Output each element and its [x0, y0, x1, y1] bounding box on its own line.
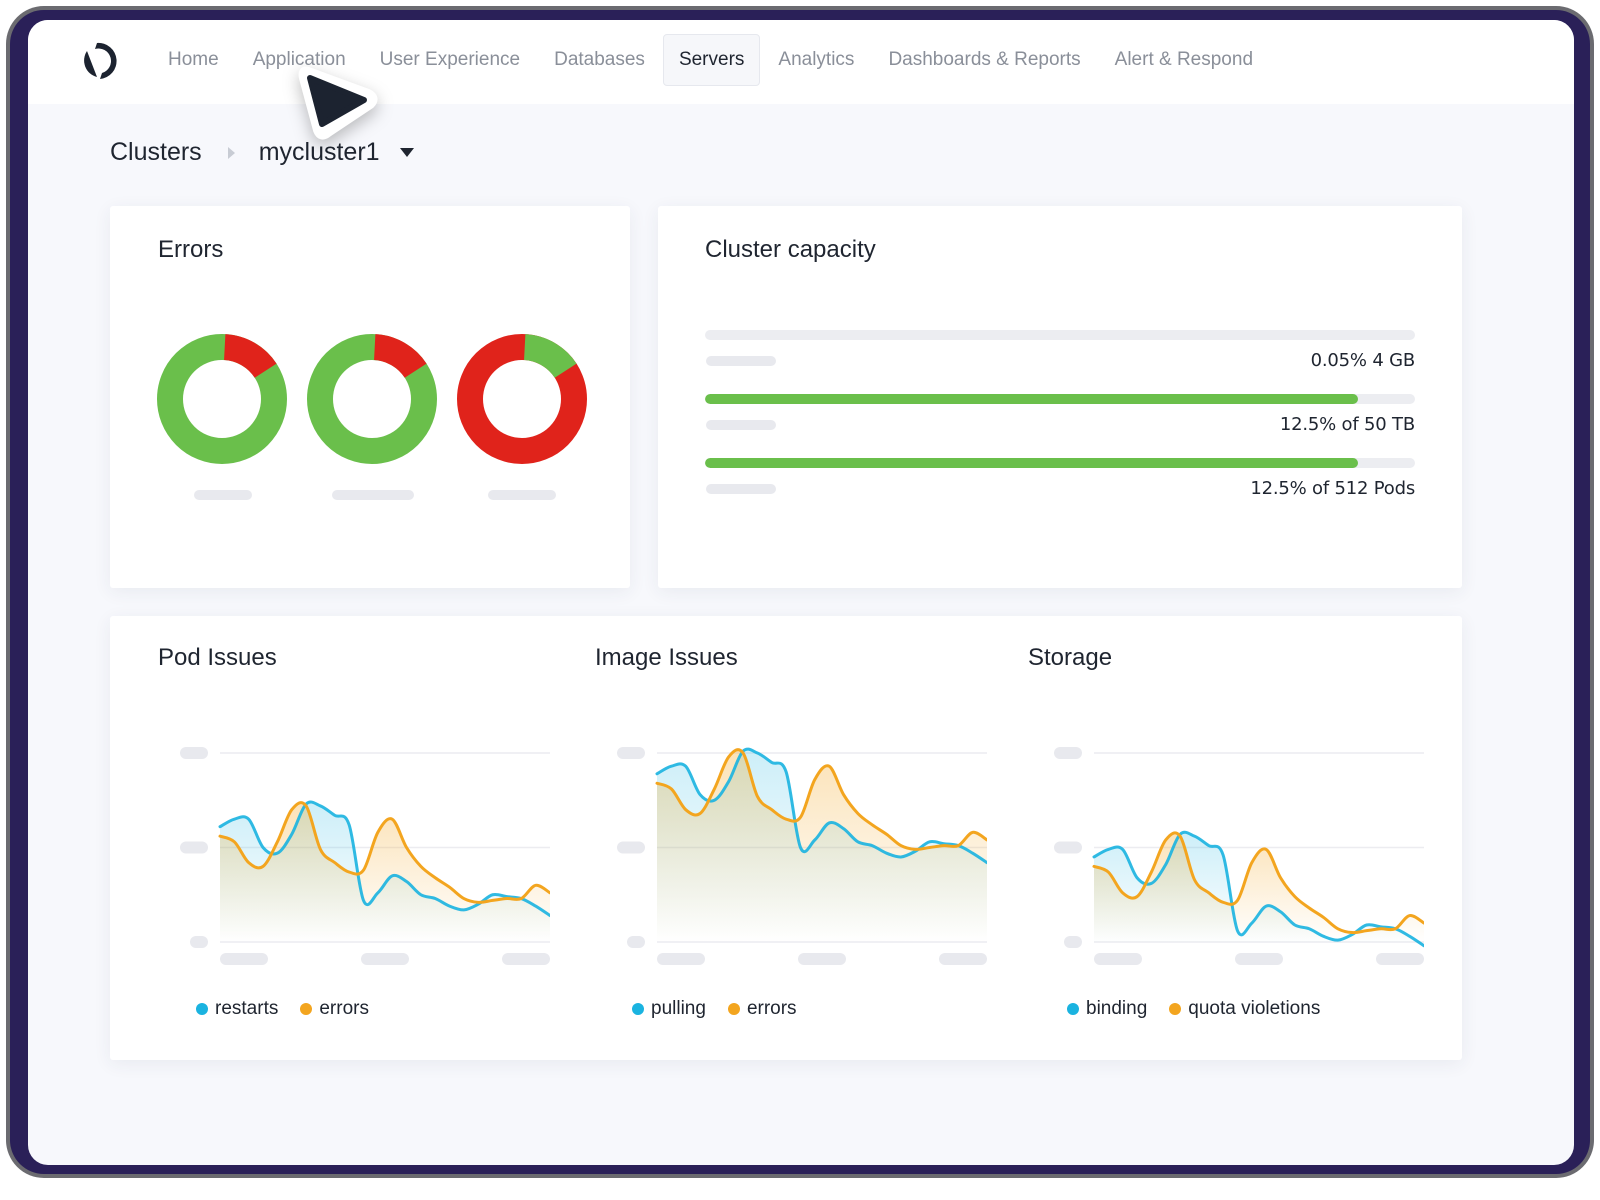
cluster-dropdown-caret-icon[interactable] — [399, 148, 414, 157]
legend-dot-icon — [300, 1003, 313, 1015]
x-tick-label-placeholder — [220, 953, 268, 965]
errors-card: Errors — [110, 206, 630, 588]
x-tick-label-placeholder — [1235, 953, 1283, 965]
x-tick-label-placeholder — [361, 953, 409, 965]
legend-label: restarts — [215, 998, 279, 1019]
nav-item-user-experience[interactable]: User Experience — [364, 34, 536, 86]
y-tick-label-placeholder — [1054, 841, 1082, 854]
nav-item-alert-respond[interactable]: Alert & Respond — [1099, 34, 1269, 86]
legend-dot-icon — [727, 1003, 740, 1015]
pod-issues-title: Pod Issues — [158, 644, 277, 671]
pod-issues-legend: restarts errors — [196, 998, 391, 1020]
donut-label-placeholder — [332, 490, 414, 500]
donut-minor-segment — [523, 334, 577, 379]
legend-item-quota-violations[interactable]: quota violetions — [1169, 998, 1320, 1020]
donut-label-placeholder — [194, 490, 252, 500]
legend-label: errors — [319, 998, 369, 1019]
donut-minor-segment — [373, 334, 427, 379]
legend-label: errors — [746, 998, 797, 1019]
storage-chart[interactable] — [1024, 716, 1424, 976]
x-tick-label-placeholder — [657, 953, 705, 965]
y-tick-label-placeholder — [1054, 747, 1082, 759]
legend-label: pulling — [651, 998, 706, 1019]
nav-item-servers[interactable]: Servers — [662, 34, 761, 86]
nav-item-databases[interactable]: Databases — [538, 34, 661, 86]
error-donut-2[interactable] — [306, 333, 438, 465]
y-tick-label-placeholder — [190, 936, 208, 948]
cluster-capacity-card: Cluster capacity 0.05% 4 GB 12.5% of 50 … — [658, 206, 1462, 588]
capacity-value-storage: 12.5% of 50 TB — [1279, 414, 1415, 435]
legend-item-errors[interactable]: errors — [727, 998, 797, 1020]
donut-label-placeholder — [488, 490, 556, 500]
capacity-bar-pods — [705, 458, 1415, 468]
x-tick-label-placeholder — [502, 953, 550, 965]
y-tick-label-placeholder — [617, 747, 645, 759]
legend-item-binding[interactable]: binding — [1067, 998, 1147, 1020]
capacity-label-placeholder — [706, 484, 776, 494]
issues-charts-card: Pod Issues restarts errors Image Issues … — [110, 616, 1462, 1060]
legend-label: quota violetions — [1188, 998, 1321, 1019]
image-issues-legend: pulling errors — [632, 998, 819, 1020]
y-tick-label-placeholder — [1064, 936, 1082, 948]
y-tick-label-placeholder — [180, 841, 208, 854]
x-tick-label-placeholder — [939, 953, 987, 965]
image-issues-title: Image Issues — [595, 644, 738, 671]
image-issues-chart[interactable] — [587, 716, 987, 976]
legend-label: binding — [1086, 998, 1148, 1019]
capacity-bar-fill — [705, 458, 1359, 468]
legend-dot-icon — [1067, 1003, 1079, 1015]
capacity-label-placeholder — [706, 356, 776, 366]
capacity-bar-memory — [705, 330, 1415, 340]
mouse-pointer-icon — [298, 66, 378, 140]
error-donut-1[interactable] — [156, 333, 288, 465]
donut-minor-segment — [223, 334, 277, 379]
nav-item-analytics[interactable]: Analytics — [762, 34, 870, 86]
y-tick-label-placeholder — [627, 936, 645, 948]
legend-item-pulling[interactable]: pulling — [632, 998, 706, 1020]
capacity-value-pods: 12.5% of 512 Pods — [1250, 478, 1415, 499]
x-tick-label-placeholder — [798, 953, 846, 965]
capacity-label-placeholder — [706, 420, 776, 430]
capacity-bar-storage — [705, 394, 1415, 404]
top-navigation: Home Application User Experience Databas… — [28, 20, 1574, 104]
capacity-value-memory: 0.05% 4 GB — [1310, 350, 1416, 371]
legend-dot-icon — [196, 1003, 208, 1015]
app-screen: Home Application User Experience Databas… — [28, 20, 1574, 1165]
capacity-bar-fill — [705, 394, 1359, 404]
y-tick-label-placeholder — [180, 747, 208, 759]
breadcrumb-chevron-icon — [227, 146, 235, 159]
storage-legend: binding quota violetions — [1067, 998, 1342, 1020]
error-donut-3[interactable] — [456, 333, 588, 465]
x-tick-label-placeholder — [1376, 953, 1424, 965]
y-tick-label-placeholder — [617, 841, 645, 854]
nav-item-home[interactable]: Home — [152, 34, 235, 86]
breadcrumb-clusters[interactable]: Clusters — [110, 138, 202, 167]
pod-issues-chart[interactable] — [150, 716, 550, 976]
legend-dot-icon — [632, 1003, 644, 1015]
errors-card-title: Errors — [158, 236, 224, 263]
legend-item-restarts[interactable]: restarts — [196, 998, 278, 1020]
x-tick-label-placeholder — [1094, 953, 1142, 965]
legend-item-errors[interactable]: errors — [300, 998, 369, 1020]
legend-dot-icon — [1169, 1003, 1182, 1015]
cluster-capacity-title: Cluster capacity — [705, 236, 876, 263]
brand-logo-icon[interactable] — [80, 40, 118, 82]
nav-item-dashboards-reports[interactable]: Dashboards & Reports — [872, 34, 1096, 86]
storage-title: Storage — [1028, 644, 1113, 671]
